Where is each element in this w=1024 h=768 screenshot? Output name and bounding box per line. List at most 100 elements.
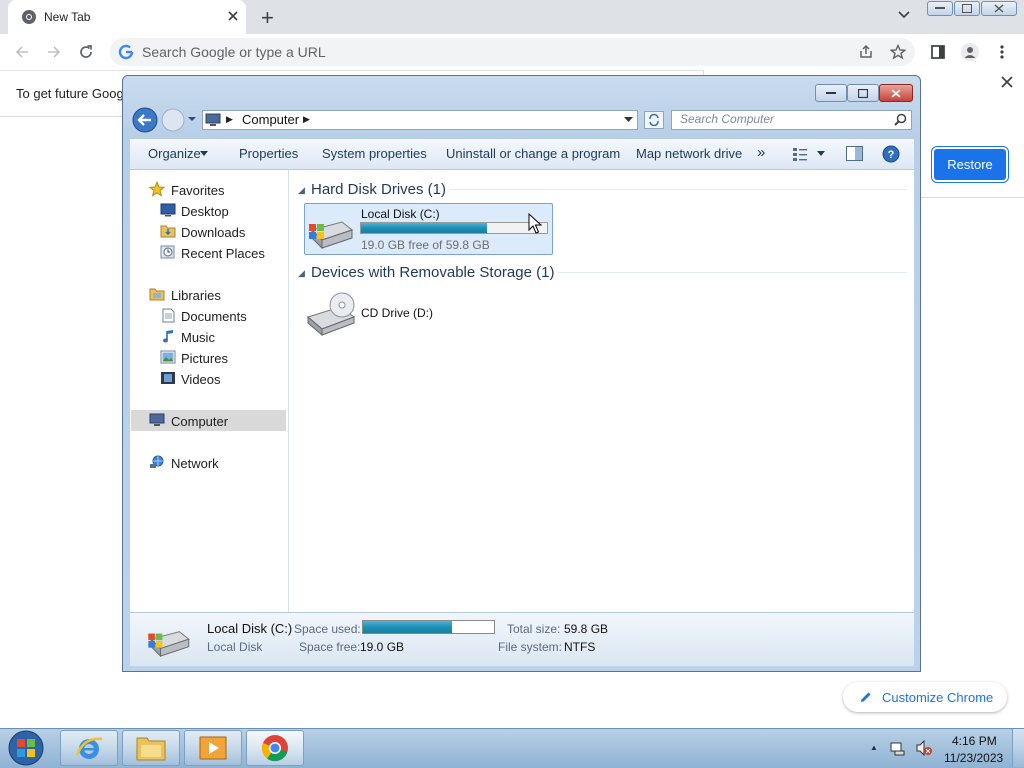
maximize-button[interactable] [954,1,980,16]
forward-arrow-icon[interactable] [161,108,185,132]
side-panel-icon[interactable] [926,40,950,64]
collapse-arrow-icon[interactable]: ◢ [298,185,305,196]
drive-d-name[interactable]: CD Drive (D:) [361,306,433,320]
customize-chrome-button[interactable]: Customize Chrome [843,682,1007,712]
windows-start-icon[interactable] [6,729,46,767]
clock-icon [160,245,176,261]
browser-tab[interactable]: New Tab [8,0,246,34]
nav-downloads[interactable]: Downloads [181,225,245,240]
drive-c-usage-bar [360,222,548,234]
group-divider [558,272,907,273]
nav-desktop[interactable]: Desktop [181,204,229,219]
pictures-icon [160,350,176,366]
breadcrumb-computer[interactable]: Computer [242,112,299,127]
maximize-button[interactable] [847,84,879,102]
close-icon[interactable] [1000,75,1014,89]
nav-videos[interactable]: Videos [181,372,221,387]
chevron-down-icon[interactable] [897,10,911,20]
group-header-hard-disk-drives[interactable]: Hard Disk Drives (1) [311,181,446,198]
uninstall-program-button[interactable]: Uninstall or change a program [446,146,620,161]
cd-drive-icon[interactable] [306,291,358,337]
nav-libraries[interactable]: Libraries [171,288,221,303]
computer-icon [149,413,165,429]
profile-icon[interactable] [958,40,982,64]
google-icon [118,44,134,60]
taskbar-explorer[interactable] [122,730,180,766]
close-icon[interactable] [226,9,240,23]
omnibox-placeholder: Search Google or type a URL [142,44,326,60]
nav-computer[interactable]: Computer [171,414,228,429]
taskbar-ie[interactable] [60,730,118,766]
star-icon[interactable] [886,40,910,64]
pencil-icon [859,690,873,704]
menu-icon[interactable] [990,40,1014,64]
chevron-down-icon[interactable] [187,116,197,122]
breadcrumb-arrow-icon: ▶ [226,114,233,124]
network-tray-icon[interactable] [890,740,906,756]
share-icon[interactable] [854,40,878,64]
drive-c-free-text: 19.0 GB free of 59.8 GB [361,238,490,252]
taskbar-media-player[interactable] [184,730,242,766]
minimize-button[interactable] [815,84,847,102]
back-arrow-icon[interactable] [10,40,34,64]
search-icon[interactable] [894,113,907,126]
nav-recent-places[interactable]: Recent Places [181,246,265,261]
mouse-cursor-icon [528,213,542,235]
tray-expand-icon[interactable]: ▲ [870,743,878,752]
taskbar-chrome[interactable] [246,730,304,766]
organize-button[interactable]: Organize [148,146,201,161]
chevron-down-icon[interactable] [817,151,825,156]
nav-pictures[interactable]: Pictures [181,351,228,366]
explorer-icon [135,734,167,762]
library-icon [149,287,165,303]
help-icon[interactable]: ? [882,145,900,163]
space-free-value: 19.0 GB [360,640,405,654]
breadcrumb-arrow-icon[interactable]: ▶ [303,114,310,125]
nav-favorites[interactable]: Favorites [171,183,224,198]
file-system-label: File system: [498,640,563,654]
refresh-icon[interactable] [644,111,664,129]
file-system-value: NTFS [564,640,596,654]
chevron-down-icon[interactable] [624,117,633,122]
plus-icon[interactable]: + [261,5,274,31]
nav-music[interactable]: Music [181,330,215,345]
group-header-removable-storage[interactable]: Devices with Removable Storage (1) [311,264,554,281]
total-size-value: 59.8 GB [564,622,609,636]
folder-icon [160,224,176,240]
preview-pane-icon[interactable] [846,146,863,161]
nav-network[interactable]: Network [171,456,219,471]
map-network-drive-button[interactable]: Map network drive [636,146,742,161]
window-controls [927,1,1017,17]
ie-icon [74,733,104,763]
reload-icon[interactable] [74,40,98,64]
details-subtitle: Local Disk [207,640,263,654]
space-free-label: Space free: [299,640,361,654]
forward-arrow-icon[interactable] [42,40,66,64]
star-icon [149,181,165,197]
back-arrow-icon[interactable] [132,107,158,133]
details-usage-fill [363,621,453,633]
hard-drive-icon [308,216,354,250]
nav-documents[interactable]: Documents [181,309,247,324]
view-options-icon[interactable] [792,147,808,161]
network-icon [149,455,165,471]
show-desktop-button[interactable] [1012,729,1024,767]
speaker-icon[interactable] [915,740,933,756]
chevron-down-icon [200,151,208,156]
minimize-button[interactable] [927,1,953,16]
chrome-icon [21,9,37,25]
more-commands-button[interactable]: » [757,144,765,161]
space-used-label: Space used: [294,622,361,636]
svg-text:?: ? [888,149,895,161]
close-button[interactable] [981,1,1017,16]
collapse-arrow-icon[interactable]: ◢ [298,268,305,279]
close-button[interactable] [879,84,913,102]
clock-date[interactable]: 11/23/2023 [944,751,1003,765]
computer-icon [205,113,221,127]
system-properties-button[interactable]: System properties [322,146,427,161]
desktop-icon [160,203,176,219]
clock-time[interactable]: 4:16 PM [952,734,997,748]
chrome-icon [261,734,289,762]
properties-button[interactable]: Properties [239,146,298,161]
restore-button[interactable]: Restore [934,149,1006,180]
